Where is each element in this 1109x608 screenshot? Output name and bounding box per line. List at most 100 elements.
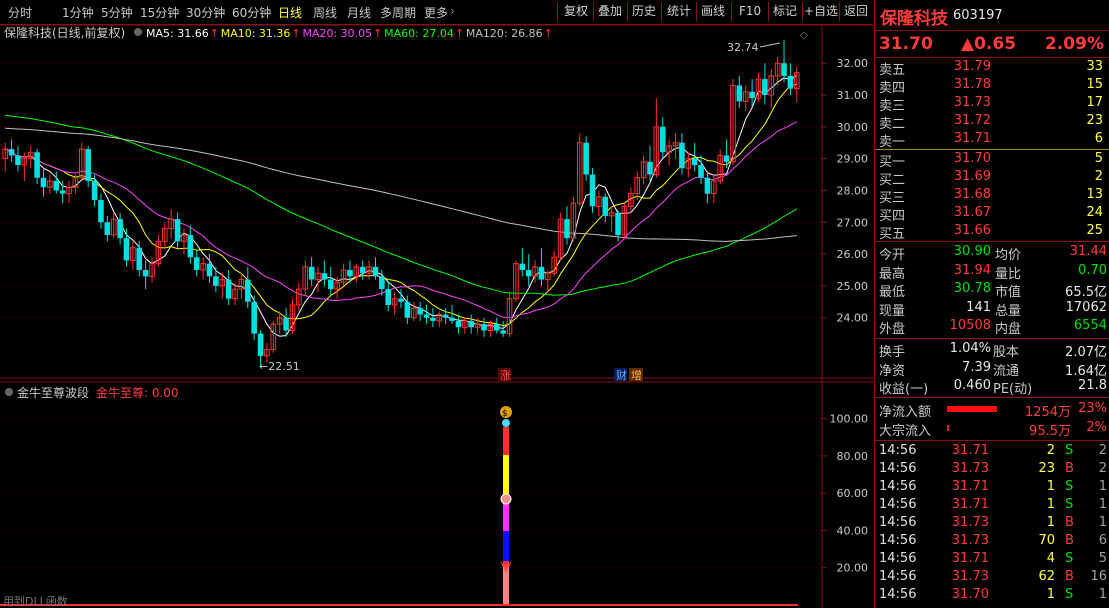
flow-bar xyxy=(947,425,950,431)
candle xyxy=(40,168,47,197)
period-tab-multi[interactable]: 多周期 xyxy=(380,4,416,21)
period-tab-30min[interactable]: 30分钟 xyxy=(186,4,225,21)
y-tick-label: 29.00 xyxy=(837,153,869,166)
candle xyxy=(315,266,321,293)
period-tab-weekly[interactable]: 周线 xyxy=(313,4,337,21)
candle-body xyxy=(691,158,698,165)
bid-price[interactable]: 31.70 xyxy=(935,151,991,166)
divider xyxy=(875,440,1109,441)
candle-body xyxy=(647,161,653,175)
candle xyxy=(155,235,162,267)
candle xyxy=(149,257,155,283)
settings-dot-icon[interactable] xyxy=(134,28,142,36)
period-tab-more[interactable]: 更多 xyxy=(424,4,448,21)
indicator-segment-red xyxy=(503,427,509,455)
ma-line-2 xyxy=(4,121,798,319)
tick-side: S xyxy=(1065,443,1074,458)
candle xyxy=(85,145,91,188)
bid-price[interactable]: 31.69 xyxy=(935,169,991,184)
stats-button[interactable]: 统计 xyxy=(667,2,691,21)
bid-level-label: 买三 xyxy=(879,191,906,206)
event-zhang-label[interactable]: 涨 xyxy=(500,369,511,382)
event-zeng-label[interactable]: 增 xyxy=(631,368,642,382)
bid-price[interactable]: 31.68 xyxy=(935,187,991,202)
stock-name: 保隆科技 xyxy=(880,9,948,29)
ask-price[interactable]: 31.79 xyxy=(935,59,991,74)
toolbar-divider xyxy=(627,2,628,21)
period-tab-daily[interactable]: 日线 xyxy=(278,4,302,21)
stat-value: 2.07亿 xyxy=(1065,345,1107,360)
bid-price[interactable]: 31.66 xyxy=(935,223,991,238)
bid-level-label: 买一 xyxy=(879,155,906,170)
tick-price: 31.73 xyxy=(951,515,989,530)
add-watchlist-button[interactable]: +自选 xyxy=(804,2,838,21)
candle-body xyxy=(583,142,589,175)
footer-note: 用到DLL函数 xyxy=(3,595,68,608)
tick-volume: 1 xyxy=(1046,497,1055,512)
candle-body xyxy=(602,196,609,216)
diamond-icon[interactable]: ◇ xyxy=(800,30,808,41)
period-tab-monthly[interactable]: 月线 xyxy=(347,4,371,21)
tick-count: 1 xyxy=(1098,497,1107,512)
tick-price: 31.70 xyxy=(951,587,989,602)
overlay-button[interactable]: 叠加 xyxy=(598,2,622,21)
bid-price[interactable]: 31.67 xyxy=(935,205,991,220)
tick-count: 2 xyxy=(1098,461,1107,476)
arrow-up-icon: ↑ xyxy=(291,27,300,40)
ask-price[interactable]: 31.71 xyxy=(935,131,991,146)
candle-body xyxy=(321,273,328,280)
tick-time: 14:56 xyxy=(879,569,917,584)
candle xyxy=(174,212,181,248)
candle-body xyxy=(98,200,104,223)
candle xyxy=(608,206,615,232)
candle xyxy=(385,282,392,312)
divider xyxy=(875,397,1109,398)
stat-label: 现量 xyxy=(879,303,906,319)
candle xyxy=(200,257,206,280)
chevron-right-icon[interactable]: › xyxy=(450,4,455,18)
event-cai-label[interactable]: 财 xyxy=(616,368,627,382)
candle xyxy=(621,203,628,239)
period-tab-fenshi[interactable]: 分时 xyxy=(8,4,32,21)
history-button[interactable]: 历史 xyxy=(632,2,656,21)
kline-chart[interactable]: 保隆科技(日线,前复权) MA5: 31.66 ↑ MA10: 31.36 ↑ MA20… xyxy=(0,25,873,608)
bid-level-label: 买四 xyxy=(879,209,906,224)
period-tab-60min[interactable]: 60分钟 xyxy=(232,4,271,21)
candle xyxy=(640,155,647,185)
ask-price[interactable]: 31.72 xyxy=(935,113,991,128)
candle xyxy=(781,39,787,83)
candle-body xyxy=(91,180,98,200)
candle xyxy=(296,282,302,312)
settings-dot-icon[interactable] xyxy=(5,388,13,396)
candle xyxy=(768,69,775,108)
tick-price: 31.71 xyxy=(951,443,989,458)
indicator-segment-blue xyxy=(503,531,509,561)
fuquan-button[interactable]: 复权 xyxy=(564,2,588,21)
period-tab-15min[interactable]: 15分钟 xyxy=(140,4,179,21)
heart-icon xyxy=(500,493,512,505)
book-divider xyxy=(875,149,1109,150)
ask-price[interactable]: 31.73 xyxy=(935,95,991,110)
candle-body xyxy=(136,247,143,270)
price-change-pct: 2.09% xyxy=(1045,34,1104,54)
candle xyxy=(8,139,15,162)
candle xyxy=(653,98,660,178)
stat-value: 1.64亿 xyxy=(1065,363,1107,379)
back-button[interactable]: 返回 xyxy=(844,2,868,21)
tick-count: 2 xyxy=(1098,443,1107,458)
tick-side: S xyxy=(1065,497,1074,512)
tick-time: 14:56 xyxy=(879,443,917,458)
stat-label: 最低 xyxy=(879,285,906,300)
period-tab-5min[interactable]: 5分钟 xyxy=(101,4,133,21)
f10-button[interactable]: F10 xyxy=(739,2,761,21)
stat-label: 换手 xyxy=(879,345,906,360)
mark-button[interactable]: 标记 xyxy=(773,2,797,21)
last-price: 31.70 xyxy=(879,34,933,54)
ask-price[interactable]: 31.78 xyxy=(935,77,991,92)
candle-body xyxy=(749,91,755,99)
period-tab-1min[interactable]: 1分钟 xyxy=(62,4,94,21)
tick-time: 14:56 xyxy=(879,587,917,602)
candle-body xyxy=(174,219,181,242)
candle-body xyxy=(117,219,123,239)
draw-line-button[interactable]: 画线 xyxy=(701,2,725,21)
